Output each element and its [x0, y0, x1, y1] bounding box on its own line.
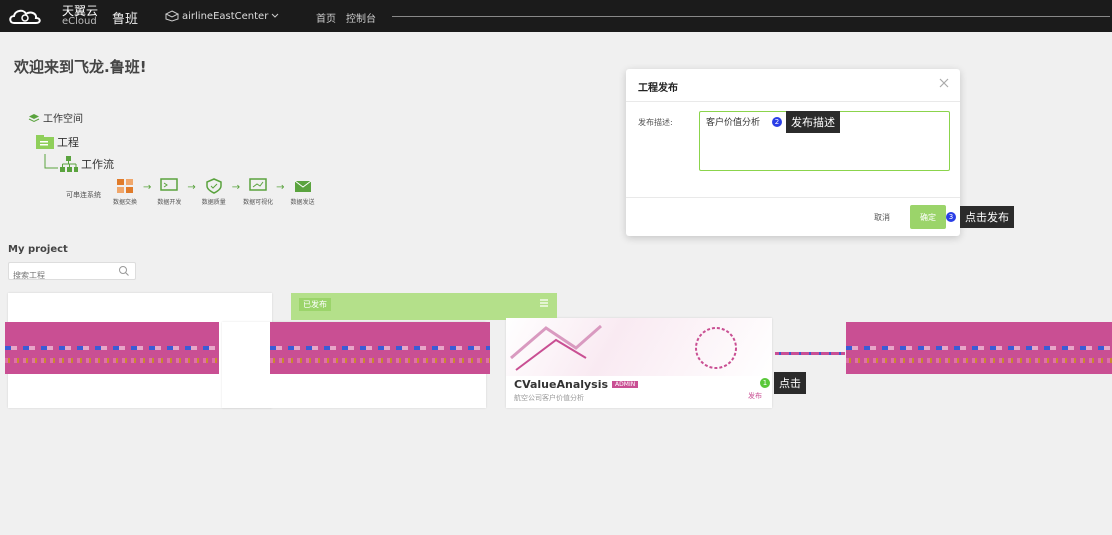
cover-illustration [510, 324, 737, 371]
callout-text: 点击发布 [960, 206, 1014, 228]
search-icon[interactable] [118, 265, 130, 277]
flow-label: 可串连系统 [66, 191, 101, 199]
flow-step: 数据可视化 [240, 178, 276, 206]
cube-icon [165, 10, 179, 22]
step-number: 1 [760, 378, 770, 388]
glitch-artifact [775, 352, 845, 355]
org-chart-icon [44, 154, 78, 172]
step-number: 2 [772, 117, 782, 127]
cloud-logo-icon [9, 9, 41, 24]
divider [626, 197, 960, 198]
flow-step-label: 数据交换 [112, 199, 137, 206]
tree-project-label: 工程 [57, 136, 79, 149]
monitor-icon [160, 178, 179, 191]
callout-text: 发布描述 [786, 111, 840, 133]
nav-home[interactable]: 首页 [316, 10, 336, 25]
tree-workspace: 工作空间 [28, 110, 83, 125]
arrow-right-icon: → [231, 182, 241, 193]
glitch-artifact [5, 322, 219, 374]
confirm-button[interactable]: 确定 [910, 205, 946, 229]
shield-check-icon [206, 178, 222, 194]
callout-1: 1 点击 [760, 372, 806, 394]
project-cover-image [506, 318, 772, 376]
system-flow: 可串连系统 数据交换 → 数据开发 → 数据质量 → 数据可视化 → 数据发送 [66, 178, 321, 214]
step-number: 3 [946, 212, 956, 222]
top-bar: 天翼云 eCloud 鲁班 airlineEastCenter 首页 控制台 [0, 0, 1112, 32]
cancel-button[interactable]: 取消 [862, 205, 902, 229]
project-description: 航空公司客户价值分析 [514, 394, 584, 402]
close-icon[interactable] [938, 77, 950, 89]
page-title: 欢迎来到飞龙.鲁班! [14, 58, 147, 76]
search-box[interactable] [8, 262, 136, 285]
divider [626, 101, 960, 102]
tree-workspace-label: 工作空间 [43, 114, 83, 125]
flow-step: 数据开发 [151, 178, 187, 206]
flow-step-label: 数据质量 [201, 199, 226, 206]
logo-eng: eCloud [62, 16, 97, 27]
tree-workflow: 工作流 [44, 154, 114, 174]
divider [392, 16, 1110, 17]
callout-3: 3 点击发布 [946, 206, 1014, 228]
mail-send-icon [294, 180, 311, 192]
callout-2: 2 发布描述 [772, 111, 840, 133]
menu-icon[interactable] [539, 298, 549, 308]
flow-step-label: 数据可视化 [243, 199, 274, 206]
nav-console[interactable]: 控制台 [346, 10, 376, 25]
description-label: 发布描述: [638, 118, 673, 127]
folder-icon [36, 135, 54, 149]
chart-monitor-icon [249, 178, 267, 191]
exchange-icon [117, 179, 133, 193]
arrow-right-icon: → [187, 182, 196, 193]
project-card-header[interactable]: 已发布 [291, 293, 557, 320]
product-selector[interactable]: airlineEastCenter [165, 8, 279, 24]
arrow-right-icon: → [276, 182, 285, 193]
section-title: My project [8, 244, 68, 255]
logo[interactable]: 天翼云 eCloud [4, 3, 114, 29]
arrow-right-icon: → [143, 182, 152, 193]
flow-step-label: 数据发送 [290, 199, 315, 206]
glitch-artifact [846, 322, 1112, 374]
product-selector-value: airlineEastCenter [182, 10, 269, 22]
flow-step: 数据质量 [196, 178, 232, 206]
search-input[interactable] [9, 266, 115, 285]
project-title-text: CValueAnalysis [514, 378, 609, 391]
chevron-down-icon [271, 13, 279, 18]
flow-step: 数据发送 [285, 178, 321, 206]
brand-title: 鲁班 [112, 12, 139, 27]
dialog-title: 工程发布 [638, 83, 678, 94]
callout-text: 点击 [774, 372, 806, 394]
tree-workflow-label: 工作流 [81, 158, 114, 171]
project-title[interactable]: CValueAnalysis ADMIN [514, 378, 639, 391]
layers-icon [28, 113, 40, 122]
publish-dialog: 工程发布 发布描述: 客户价值分析 取消 确定 [626, 69, 960, 236]
tree-project: 工程 [36, 134, 79, 150]
flow-step: 数据交换 [107, 178, 143, 206]
glitch-artifact [270, 322, 490, 374]
role-badge: ADMIN [612, 381, 639, 388]
flow-step-label: 数据开发 [157, 199, 182, 206]
status-badge: 已发布 [299, 298, 331, 311]
